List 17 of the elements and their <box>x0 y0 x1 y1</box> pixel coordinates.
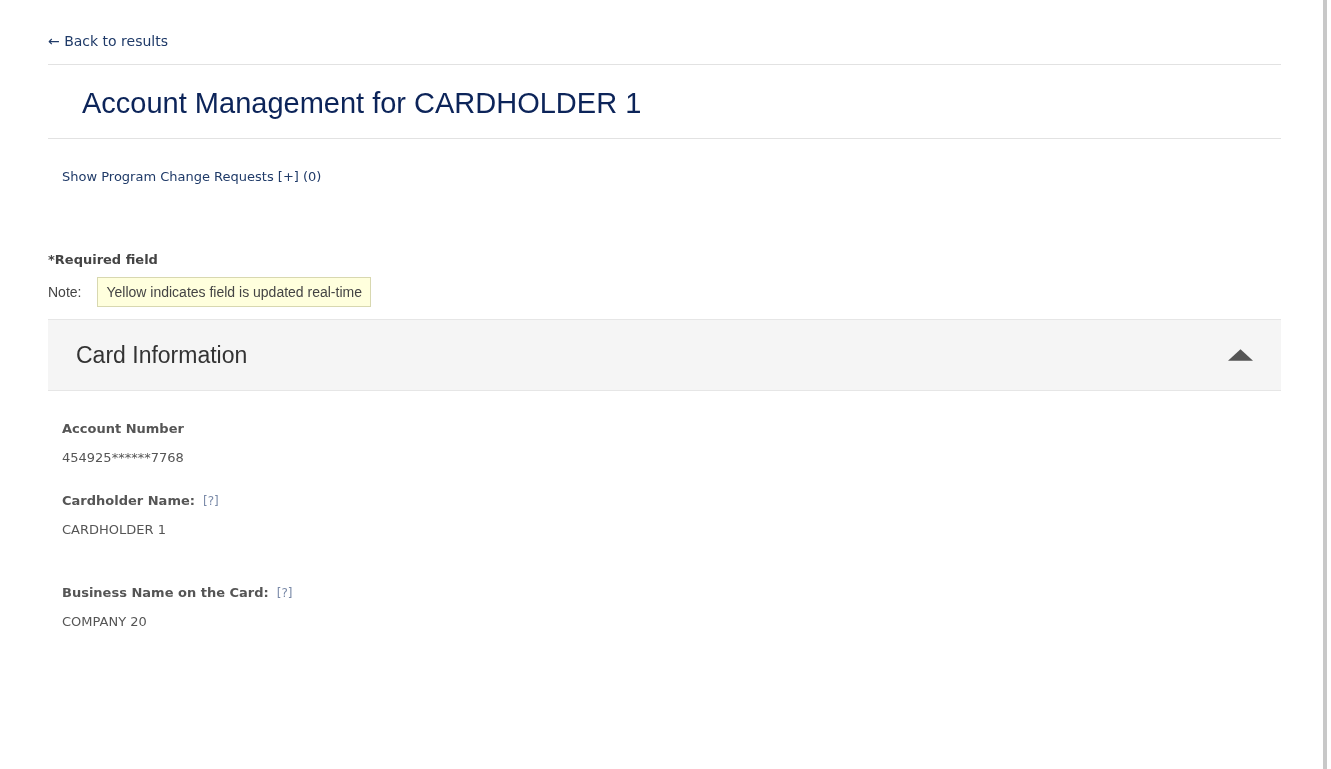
field-label: Cardholder Name: <box>62 493 195 508</box>
page-title: Account Management for CARDHOLDER 1 <box>81 86 643 121</box>
help-link[interactable]: [?] <box>202 494 219 508</box>
field-label: Account Number <box>62 421 184 436</box>
help-link[interactable]: [?] <box>276 586 293 600</box>
section-title: Card Information <box>76 341 248 369</box>
section-header[interactable]: Card Information <box>48 319 1281 391</box>
program-change-requests-link[interactable]: Show Program Change Requests [+] (0) <box>62 169 322 184</box>
field-value: CARDHOLDER 1 <box>62 522 167 537</box>
back-link[interactable]: ← Back to results <box>48 33 169 49</box>
caret-up-icon <box>1228 349 1253 361</box>
field-value: 454925******7768 <box>62 450 185 465</box>
required-field-note: *Required field <box>48 252 158 267</box>
note-text: Yellow indicates field is updated real-time <box>97 277 371 307</box>
note-label: Note: <box>48 284 82 300</box>
field-label: Business Name on the Card: <box>62 585 269 600</box>
field-value: COMPANY 20 <box>62 614 148 629</box>
